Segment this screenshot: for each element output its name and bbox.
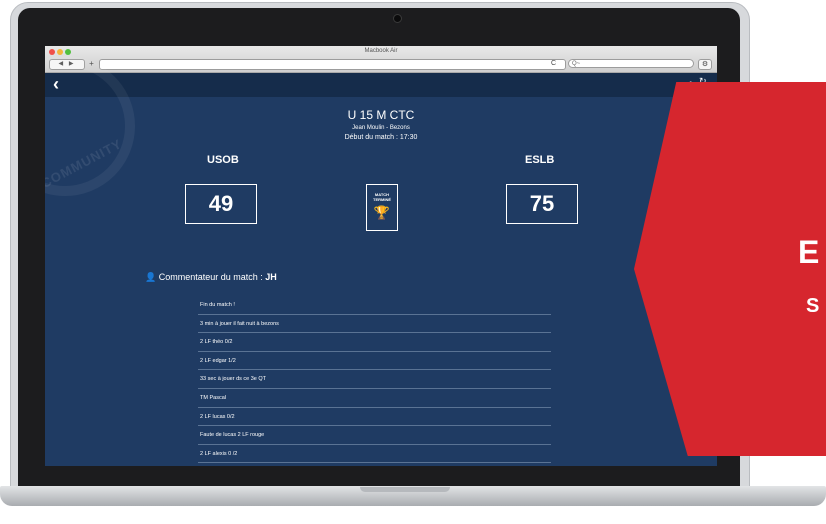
commentator-name: JH bbox=[265, 272, 277, 282]
match-status-badge: MATCH TERMINÉ 🏆 bbox=[366, 184, 398, 231]
home-team-name: USOB bbox=[207, 154, 239, 166]
feed-item: 2 LF edgar 1/2 bbox=[198, 352, 551, 371]
promo-subheading: S bbox=[806, 295, 820, 317]
home-score: 49 bbox=[185, 184, 257, 224]
commentator-label: Commentateur du match : bbox=[158, 272, 266, 282]
feed-item: 2 LF lucas 0/2 bbox=[198, 408, 551, 427]
window-title: Macbook Air bbox=[364, 48, 398, 54]
camera-icon bbox=[393, 14, 402, 23]
commentator-line: 👤 Commentateur du match : JH bbox=[145, 272, 277, 283]
trophy-icon: 🏆 bbox=[373, 205, 391, 220]
browser-toolbar: Macbook Air ◀ ▶ + C Q~ ⚙ bbox=[45, 46, 717, 73]
feed-item: TM Pascal bbox=[198, 389, 551, 408]
browser-screen: Macbook Air ◀ ▶ + C Q~ ⚙ ‹ 2 ↻ COMMUNITY… bbox=[45, 46, 717, 466]
url-bar[interactable] bbox=[99, 59, 566, 70]
app-header-bar bbox=[45, 73, 717, 97]
away-score: 75 bbox=[506, 184, 578, 224]
feed-item: 2 LF théo 0/2 bbox=[198, 333, 551, 352]
feed-item: Faute de lucas 2 LF rouge bbox=[198, 426, 551, 445]
search-field[interactable]: Q~ bbox=[568, 59, 694, 68]
match-start-time: Début du match : 17:30 bbox=[344, 134, 418, 141]
match-title: U 15 M CTC bbox=[347, 108, 415, 122]
promo-heading: E bbox=[798, 234, 820, 270]
commentary-feed: Fin du match ! 3 min à jouer il fait nui… bbox=[198, 296, 551, 464]
feed-item: Fin du match ! bbox=[198, 296, 551, 315]
feed-item: 3 min à jouer il fait nuit à bezons bbox=[198, 315, 551, 334]
feed-item: 33 sec à jouer ds ce 3e QT bbox=[198, 370, 551, 389]
settings-gear-icon[interactable]: ⚙ bbox=[698, 59, 712, 70]
laptop-base-notch bbox=[360, 487, 450, 492]
feed-item: 2 LF alexis 0 /2 bbox=[198, 445, 551, 464]
away-team-name: ESLB bbox=[525, 154, 555, 166]
user-icon: 👤 bbox=[145, 272, 157, 282]
match-status-label: MATCH TERMINÉ bbox=[373, 192, 391, 202]
match-venue: Jean Moulin - Bezons bbox=[352, 125, 410, 131]
reload-button[interactable]: C bbox=[551, 59, 556, 68]
